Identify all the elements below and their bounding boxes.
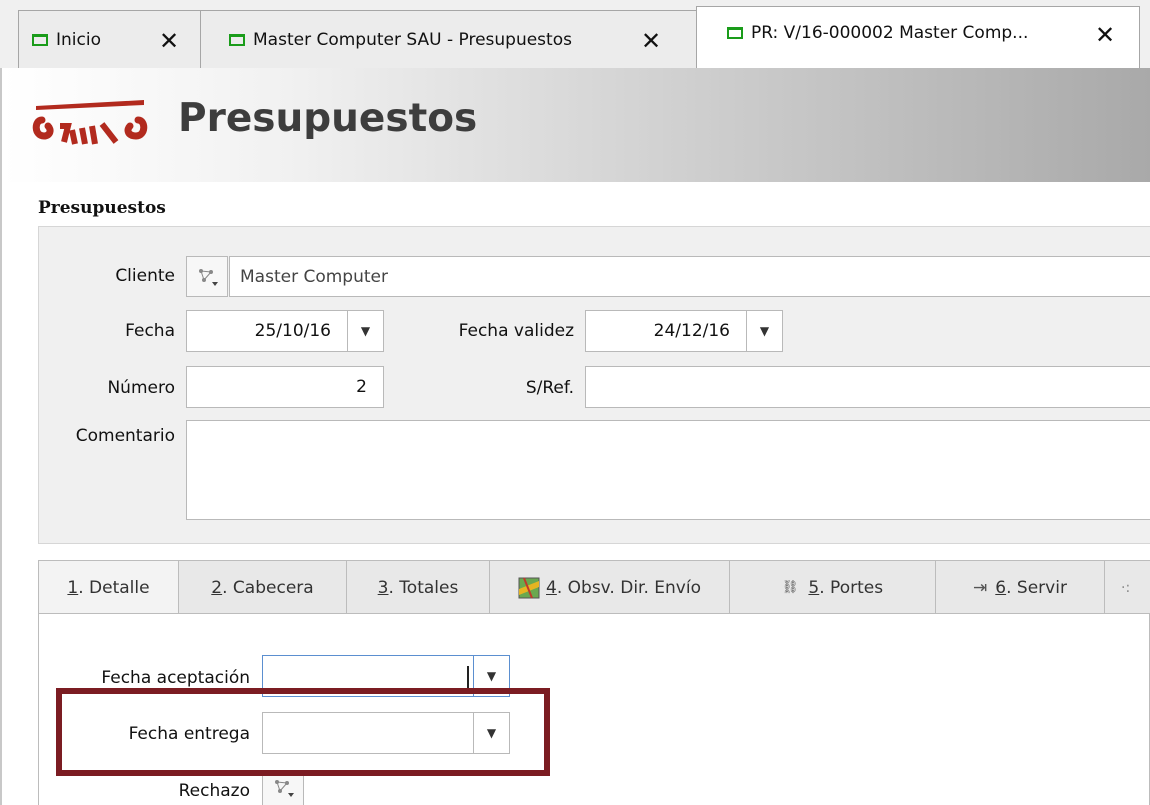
fecha-validez-field[interactable]: 24/12/16 ▼ <box>585 310 783 352</box>
cliente-label: Cliente <box>115 266 175 286</box>
comentario-label: Comentario <box>75 426 175 446</box>
close-icon[interactable]: ✕ <box>641 29 661 53</box>
tab-more[interactable]: ·: <box>1104 560 1150 614</box>
window-icon <box>32 33 48 46</box>
text-cursor <box>467 666 469 688</box>
cliente-field[interactable]: Master Computer <box>229 256 1150 297</box>
window-icon <box>229 33 245 46</box>
tab-detalle[interactable]: 1. Detalle <box>38 560 179 614</box>
search-entity-icon <box>275 780 294 797</box>
chevron-down-icon[interactable]: ▼ <box>746 311 782 351</box>
fecha-field[interactable]: 25/10/16 ▼ <box>186 310 384 352</box>
tab-obsv-dir-envio[interactable]: 4. Obsv. Dir. Envío <box>489 560 730 614</box>
sref-label: S/Ref. <box>525 378 574 398</box>
servir-icon: ⇥ <box>973 577 988 598</box>
fecha-validez-label: Fecha validez <box>458 321 574 341</box>
tab-totales[interactable]: 3. Totales <box>346 560 490 614</box>
window-icon <box>727 26 743 39</box>
cliente-value: Master Computer <box>240 266 388 287</box>
tab-servir-label: 6. Servir <box>995 577 1067 598</box>
tab-portes-label: 5. Portes <box>808 577 884 598</box>
tab-cabecera[interactable]: 2. Cabecera <box>178 560 347 614</box>
more-tab-icon: ·: <box>1121 579 1131 596</box>
comentario-textarea[interactable] <box>186 420 1150 520</box>
tab-label: Master Computer SAU - Presupuestos <box>253 29 572 50</box>
tab-portes[interactable]: ⛓ 5. Portes <box>729 560 936 614</box>
tab-servir[interactable]: ⇥ 6. Servir <box>935 560 1105 614</box>
page-title: Presupuestos <box>178 96 478 141</box>
chevron-down-icon[interactable]: ▼ <box>347 311 383 351</box>
map-icon <box>518 577 540 598</box>
tab-obsv-label: 4. Obsv. Dir. Envío <box>546 577 701 598</box>
tab-inicio[interactable]: Inicio ✕ <box>18 10 201 68</box>
tab-label: Inicio <box>56 29 101 50</box>
tab-pr-document[interactable]: PR: V/16-000002 Master Comp... ✕ <box>696 6 1140 69</box>
numero-label: Número <box>107 378 175 398</box>
tab-presupuestos[interactable]: Master Computer SAU - Presupuestos ✕ <box>200 10 697 68</box>
tab-cabecera-label: 2. Cabecera <box>211 577 314 598</box>
section-title: Presupuestos <box>38 198 166 218</box>
cliente-search-button[interactable] <box>186 256 228 297</box>
tab-label: PR: V/16-000002 Master Comp... <box>751 22 1029 43</box>
close-icon[interactable]: ✕ <box>1095 23 1115 47</box>
sub-tab-bar: 1. Detalle 2. Cabecera 3. Totales 4. Obs… <box>38 560 1150 614</box>
fecha-validez-value: 24/12/16 <box>653 321 730 341</box>
fecha-value: 25/10/16 <box>254 321 331 341</box>
sref-field[interactable] <box>585 366 1150 408</box>
rechazo-label: Rechazo <box>178 781 250 801</box>
numero-field[interactable]: 2 <box>186 366 384 408</box>
portes-icon: ⛓ <box>781 580 799 595</box>
fecha-label: Fecha <box>125 321 175 341</box>
tab-detalle-label: 1. Detalle <box>67 577 150 598</box>
page-header <box>0 68 1150 182</box>
numero-value: 2 <box>356 377 367 397</box>
close-icon[interactable]: ✕ <box>159 29 179 53</box>
fecha-aceptacion-label: Fecha aceptación <box>101 668 250 688</box>
app-logo <box>32 100 148 145</box>
tab-totales-label: 3. Totales <box>377 577 459 598</box>
highlight-box <box>56 688 550 776</box>
search-entity-icon <box>199 268 218 286</box>
left-border <box>0 182 2 805</box>
